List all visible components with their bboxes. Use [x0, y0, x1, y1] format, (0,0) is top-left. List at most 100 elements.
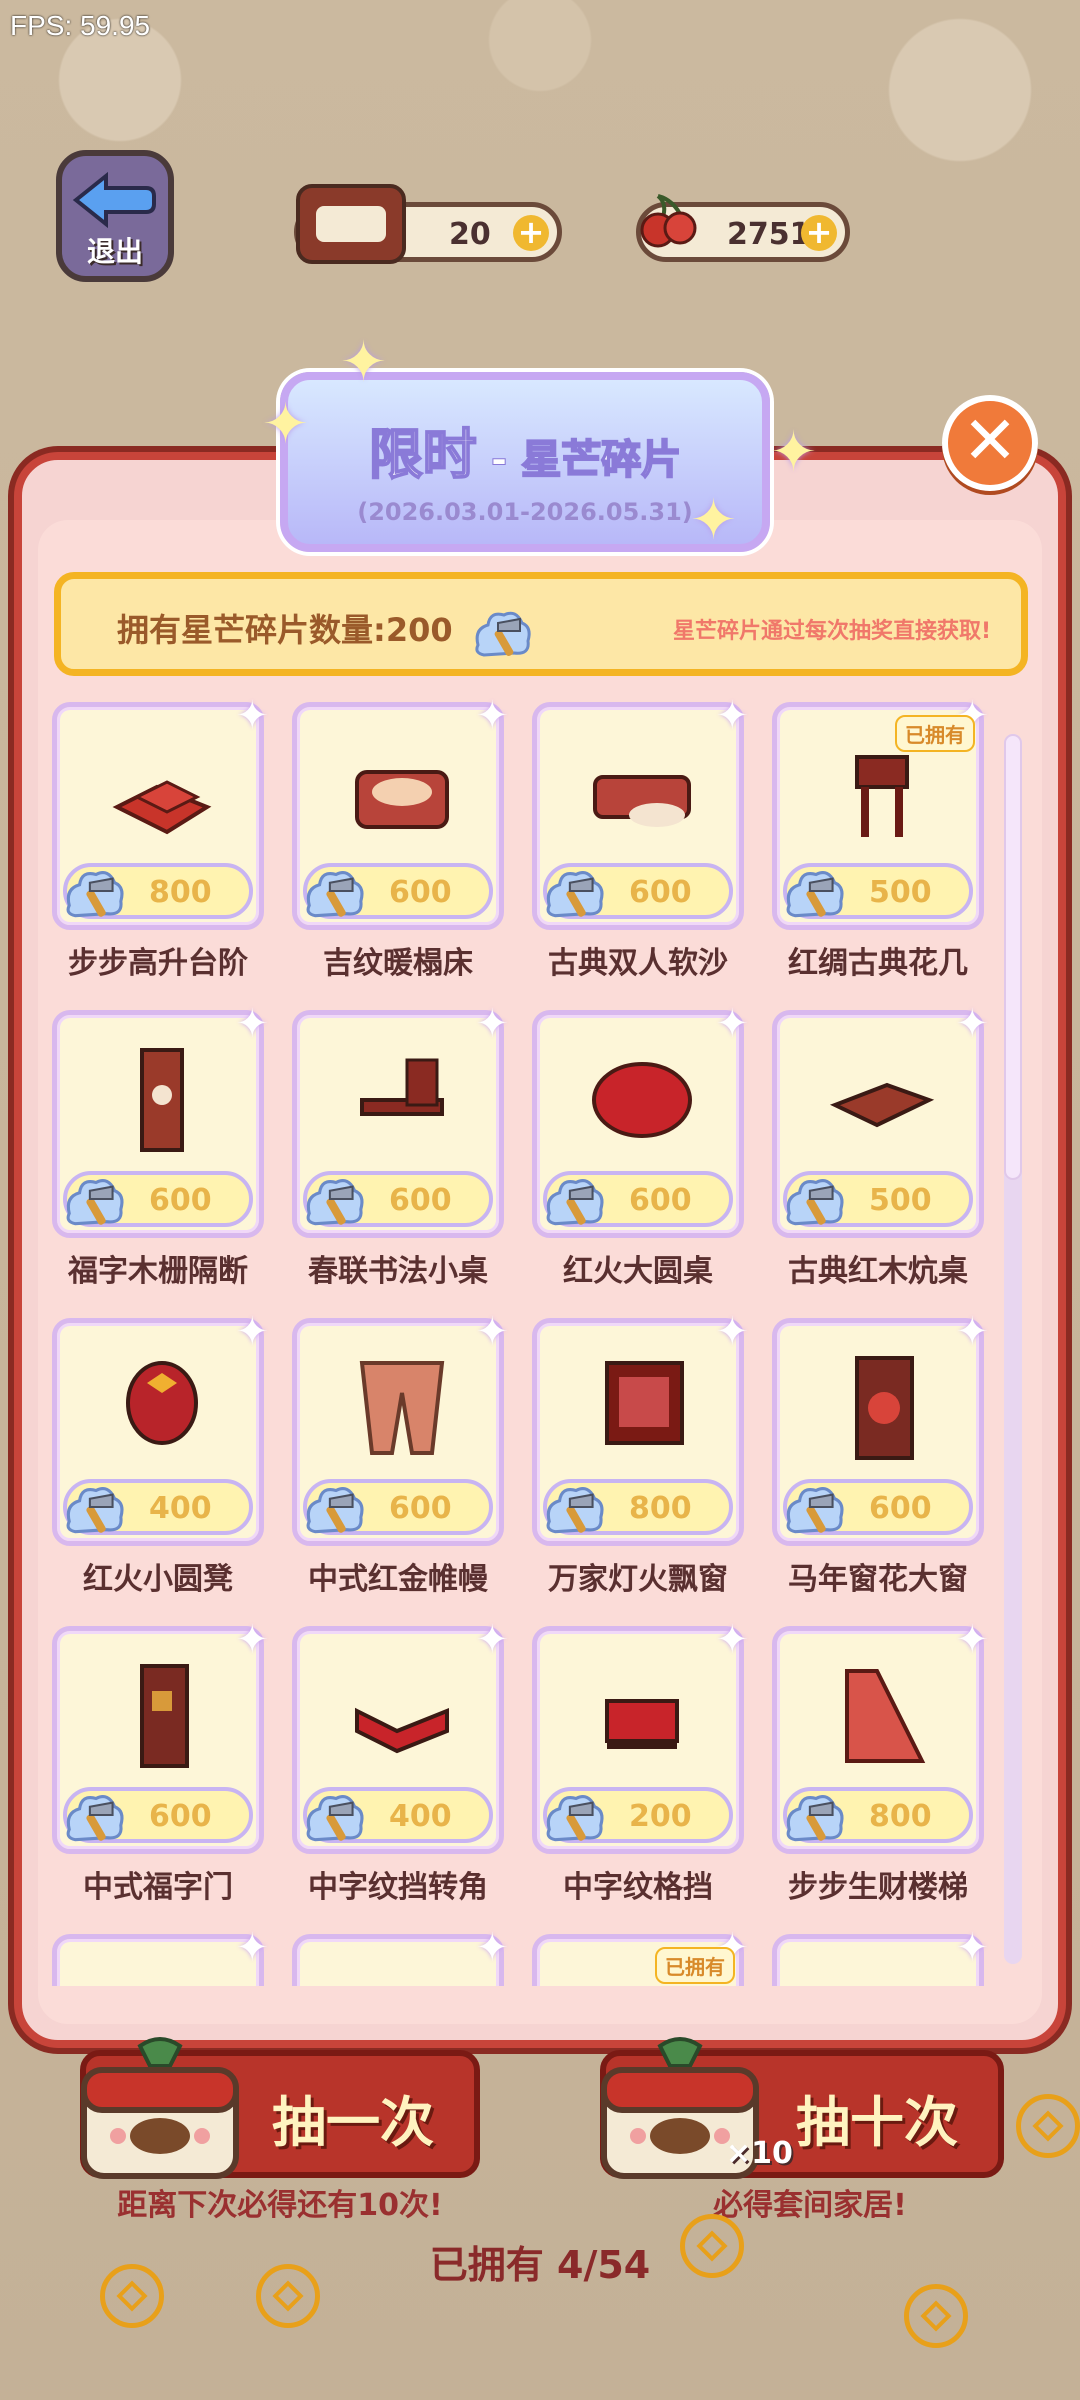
- add-ticket-button[interactable]: +: [513, 215, 549, 251]
- scrollbar-thumb[interactable]: [1004, 734, 1022, 1180]
- add-cherry-button[interactable]: +: [801, 215, 837, 251]
- furniture-icon: [355, 1707, 449, 1754]
- ten-draw-note: 必得套间家居!: [713, 2188, 907, 2223]
- furniture-icon: [605, 1361, 684, 1445]
- banner-dash: -: [490, 437, 508, 484]
- item-name: 红火小圆凳: [83, 1562, 233, 1597]
- item-name: 古典红木炕桌: [788, 1254, 968, 1289]
- sparkle-icon: ✦: [715, 1617, 749, 1663]
- item-name: 步步生财楼梯: [788, 1870, 968, 1905]
- furniture-icon: [593, 775, 691, 827]
- price-value: 800: [869, 1799, 932, 1834]
- exit-button[interactable]: 退出: [56, 150, 174, 282]
- sparkle-icon: ✦: [690, 488, 737, 553]
- item-name: 中式福字门: [83, 1870, 233, 1905]
- ten-draw-badge: ×10: [726, 2136, 793, 2171]
- item-card[interactable]: ✦ 600: [532, 696, 749, 930]
- item-card[interactable]: ✦ 800: [532, 1309, 749, 1546]
- sparkle-icon: ✦: [715, 696, 749, 739]
- cherry-icon: [640, 194, 697, 248]
- draw-once-label: 抽一次: [272, 2091, 434, 2154]
- shard-count-value: 200: [385, 611, 453, 649]
- item-card[interactable]: ✦ 600: [52, 1001, 269, 1238]
- item-card[interactable]: ✦ 400: [52, 1309, 269, 1546]
- sparkle-icon: ✦: [955, 1925, 989, 1971]
- sparkle-icon: ✦: [235, 1925, 269, 1971]
- price-badge: 400: [63, 1479, 253, 1535]
- furniture-icon: [592, 1062, 692, 1138]
- item-card[interactable]: ✦已拥有500: [772, 696, 989, 930]
- furniture-icon: [112, 780, 212, 835]
- shard-source-note: 星芒碎片通过每次抽奖直接获取!: [672, 619, 991, 644]
- sparkle-icon: ✦: [475, 1617, 509, 1663]
- furniture-icon: [855, 755, 909, 837]
- item-card[interactable]: ✦ 600: [52, 1617, 269, 1854]
- sparkle-icon: ✦: [955, 1309, 989, 1355]
- close-button[interactable]: ✕: [942, 395, 1038, 491]
- star-shard-icon: [66, 1179, 124, 1226]
- star-shard-icon: [306, 1487, 364, 1534]
- draw-ten-button[interactable]: ×10 抽十次: [600, 2037, 1004, 2179]
- sparkle-icon: ✦: [955, 1617, 989, 1663]
- star-shard-icon: [546, 1795, 604, 1842]
- furniture-icon: [126, 1361, 198, 1445]
- item-card[interactable]: ✦ 已拥有: [532, 1925, 749, 1986]
- price-badge: 400: [303, 1787, 493, 1843]
- price-value: 600: [389, 875, 452, 910]
- sparkle-icon: ✦: [715, 1001, 749, 1047]
- item-card[interactable]: ✦ 600: [292, 1309, 509, 1546]
- furniture-icon: [845, 1669, 926, 1763]
- sparkle-icon: ✦: [475, 696, 509, 739]
- coin-decoration: [904, 2284, 968, 2348]
- star-shard-icon: [306, 1795, 364, 1842]
- furniture-icon: [855, 1356, 914, 1460]
- item-card[interactable]: ✦ 200: [532, 1617, 749, 1854]
- star-shard-icon: [786, 1487, 844, 1534]
- item-card[interactable]: ✦ 600: [292, 1001, 509, 1238]
- star-shard-icon: [546, 1179, 604, 1226]
- item-card[interactable]: ✦: [292, 1925, 509, 1986]
- star-shard-icon: [786, 1179, 844, 1226]
- price-badge: 600: [783, 1479, 973, 1535]
- furniture-icon: [355, 770, 449, 829]
- furniture-icon: [829, 1082, 935, 1128]
- sparkle-icon: ✦: [235, 1617, 269, 1663]
- item-name: 春联书法小桌: [308, 1254, 488, 1289]
- sparkle-icon: ✦: [475, 1001, 509, 1047]
- shard-count-label: 拥有星芒碎片数量:200: [117, 605, 534, 659]
- item-card[interactable]: ✦ 600: [532, 1001, 749, 1238]
- price-value: 200: [629, 1799, 692, 1834]
- furniture-icon: [605, 1699, 679, 1749]
- price-badge: 600: [543, 863, 733, 919]
- item-name: 中字纹格挡: [563, 1870, 713, 1905]
- price-badge: 800: [543, 1479, 733, 1535]
- price-badge: 800: [63, 863, 253, 919]
- item-name: 中字纹挡转角: [308, 1870, 488, 1905]
- furniture-icon: [140, 1048, 184, 1152]
- item-card[interactable]: ✦ 800: [772, 1617, 989, 1854]
- sparkle-icon: ✦: [955, 1001, 989, 1047]
- item-card[interactable]: ✦: [52, 1925, 269, 1986]
- item-card[interactable]: ✦: [772, 1925, 989, 1986]
- item-name: 吉纹暖榻床: [323, 946, 473, 981]
- item-card[interactable]: ✦ 600: [292, 696, 509, 930]
- star-shard-icon: [306, 1179, 364, 1226]
- draw-once-button[interactable]: 抽一次: [80, 2037, 480, 2179]
- item-name: 马年窗花大窗: [788, 1562, 968, 1597]
- item-card[interactable]: ✦ 800: [52, 696, 269, 930]
- item-card[interactable]: ✦ 400: [292, 1617, 509, 1854]
- item-name: 红绸古典花几: [788, 946, 968, 981]
- price-badge: 600: [303, 863, 493, 919]
- chest-icon: [81, 2037, 239, 2179]
- price-value: 800: [629, 1491, 692, 1526]
- sparkle-icon: ✦: [235, 1309, 269, 1355]
- item-card[interactable]: ✦ 600: [772, 1309, 989, 1546]
- cherry-count: 2751: [727, 217, 811, 252]
- sparkle-icon: ✦: [235, 1001, 269, 1047]
- price-value: 400: [389, 1799, 452, 1834]
- price-badge: 600: [303, 1479, 493, 1535]
- shard-count-bar: 拥有星芒碎片数量:200 星芒碎片通过每次抽奖直接获取!: [54, 572, 1028, 676]
- item-card[interactable]: ✦ 500: [772, 1001, 989, 1238]
- item-grid: ✦800步步高升台阶✦600吉纹暖榻床✦600古典双人软沙✦已拥有500红绸古典…: [40, 696, 1002, 1986]
- price-badge: 600: [63, 1171, 253, 1227]
